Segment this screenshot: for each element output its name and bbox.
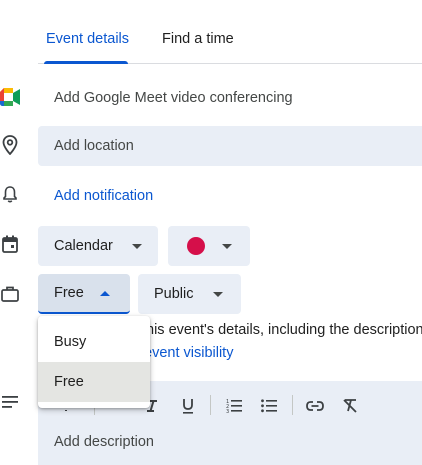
bell-icon <box>0 184 20 204</box>
chevron-up-icon <box>100 291 110 296</box>
chevron-down-icon <box>132 244 142 249</box>
availability-select[interactable]: Free <box>38 274 130 314</box>
svg-text:3: 3 <box>226 409 229 414</box>
toolbar-divider <box>292 395 293 415</box>
tab-event-details[interactable]: Event details <box>46 31 129 47</box>
active-tab-indicator <box>44 61 128 64</box>
description-input[interactable]: Add description <box>54 434 154 450</box>
chevron-down-icon <box>222 244 232 249</box>
menu-item-free[interactable]: Free <box>38 362 150 402</box>
link-icon[interactable] <box>303 394 327 418</box>
briefcase-icon <box>0 284 20 304</box>
location-pin-icon <box>0 135 20 155</box>
menu-item-busy[interactable]: Busy <box>38 322 150 362</box>
availability-select-label: Free <box>54 285 84 301</box>
bulleted-list-icon[interactable] <box>257 394 281 418</box>
calendar-select-label: Calendar <box>54 238 113 254</box>
visibility-select[interactable]: Public <box>138 274 241 314</box>
underline-icon[interactable] <box>176 394 200 418</box>
description-lines-icon <box>0 392 20 412</box>
event-visibility-link[interactable]: event visibility <box>144 345 233 361</box>
location-input[interactable]: Add location <box>38 126 422 166</box>
google-meet-icon <box>0 87 20 107</box>
remove-formatting-icon[interactable] <box>338 394 362 418</box>
calendar-select[interactable]: Calendar <box>38 226 158 266</box>
numbered-list-icon[interactable]: 1 2 3 <box>222 394 246 418</box>
toolbar-divider <box>210 395 211 415</box>
tab-find-a-time[interactable]: Find a time <box>162 31 234 47</box>
add-notification-button[interactable]: Add notification <box>54 188 153 204</box>
event-color-dot <box>187 237 205 255</box>
availability-menu: Busy Free <box>38 316 150 408</box>
event-tabs: Event details Find a time <box>38 0 422 64</box>
event-color-select[interactable] <box>168 226 250 266</box>
visibility-note: his event's details, including the descr… <box>146 322 422 338</box>
add-google-meet-button[interactable]: Add Google Meet video conferencing <box>54 90 293 106</box>
calendar-icon <box>0 234 20 254</box>
visibility-select-label: Public <box>154 286 194 302</box>
chevron-down-icon <box>213 292 223 297</box>
